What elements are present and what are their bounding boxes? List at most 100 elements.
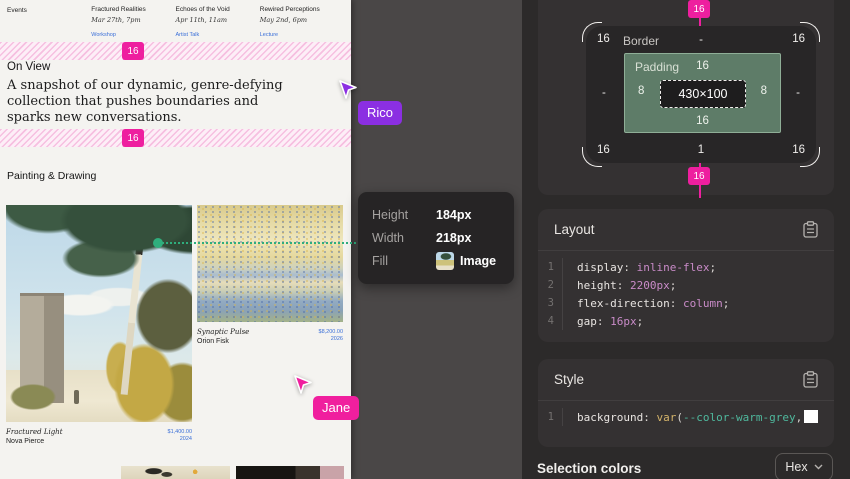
layout-section-title: Layout	[554, 222, 595, 237]
code-line-number: 4	[538, 312, 563, 330]
events-label: Events	[7, 6, 91, 38]
color-swatch[interactable]	[804, 410, 818, 423]
padding-top-value[interactable]: 16	[625, 60, 780, 72]
design-canvas[interactable]: Events Fractured RealitiesMar 27th, 7pmW…	[0, 0, 351, 479]
code-token: display	[577, 261, 623, 274]
box-model-border-box[interactable]: Border 16 16 16 16 - - - 1 Padding 16 8 …	[586, 26, 816, 163]
code-text: height: 2200px;	[563, 279, 676, 292]
code-text: background: var(--color-warm-grey,	[563, 410, 818, 424]
artwork-price: $1,400.00 2024	[112, 429, 192, 443]
selection-colors-label: Selection colors	[537, 461, 641, 476]
artwork-year: 2026	[263, 336, 343, 343]
artwork-year: 2024	[112, 436, 192, 443]
collaborator-cursor-rico	[337, 79, 359, 101]
tooltip-value: 218px	[436, 231, 471, 245]
artwork-caption: Synaptic Pulse Orion Fisk	[197, 328, 249, 345]
code-line-number: 3	[538, 294, 563, 312]
event-tag-link[interactable]: Artist Talk	[176, 32, 260, 38]
artwork-image-synaptic-pulse[interactable]	[197, 205, 343, 322]
layout-section-card: Layout 1display: inline-flex;2height: 22…	[538, 209, 834, 342]
border-top-value[interactable]: -	[586, 34, 816, 46]
artwork-artist: Orion Fisk	[197, 338, 249, 345]
code-token: :	[670, 297, 683, 310]
artwork-thumbnail[interactable]	[6, 466, 116, 479]
tooltip-row: Width218px	[372, 226, 500, 249]
element-properties-tooltip: Height184pxWidth218pxFillImage	[358, 192, 514, 284]
events-row: Events Fractured RealitiesMar 27th, 7pmW…	[7, 6, 344, 38]
code-text: display: inline-flex;	[563, 261, 716, 274]
border-right-value[interactable]: -	[796, 87, 800, 99]
artwork-price: $8,200.00 2026	[263, 329, 343, 343]
code-token: ;	[709, 261, 716, 274]
box-model-card: Border 16 16 16 16 - - - 1 Padding 16 8 …	[538, 0, 834, 195]
box-model-content-size[interactable]: 430×100	[660, 80, 746, 108]
padding-bottom-value[interactable]: 16	[625, 115, 780, 127]
box-model-padding-box[interactable]: Padding 16 8 8 16 430×100	[624, 53, 781, 133]
spacing-highlight-bottom	[0, 129, 351, 147]
artwork-price-value: $8,200.00	[263, 329, 343, 336]
style-css-code[interactable]: 1background: var(--color-warm-grey,	[538, 401, 834, 434]
image-fill-thumbnail	[436, 252, 454, 270]
style-section-card: Style 1background: var(--color-warm-grey…	[538, 359, 834, 447]
tooltip-label: Height	[372, 208, 436, 222]
code-line-number: 1	[538, 258, 563, 276]
style-section-title: Style	[554, 372, 584, 387]
event-item: Echoes of the VoidApr 11th, 11amArtist T…	[176, 6, 260, 38]
padding-left-value[interactable]: 8	[638, 85, 644, 97]
artwork-thumbnail[interactable]	[121, 466, 230, 479]
artwork-title: Fractured Light	[6, 428, 63, 436]
collaborator-cursor-jane	[292, 374, 314, 396]
code-line: 1background: var(--color-warm-grey,	[538, 408, 834, 426]
copy-code-icon[interactable]	[803, 221, 818, 238]
measurement-connector-line	[158, 242, 356, 244]
code-token: :	[643, 411, 656, 424]
code-token: ;	[637, 315, 644, 328]
code-token: var	[656, 411, 676, 424]
artwork-image-fractured-light[interactable]	[6, 205, 192, 422]
painting-figure	[74, 390, 79, 404]
color-format-dropdown[interactable]: Hex	[775, 453, 833, 479]
code-line: 2height: 2200px;	[538, 276, 834, 294]
painting-foliage	[111, 265, 192, 422]
code-token: column	[683, 297, 723, 310]
code-token: :	[617, 279, 630, 292]
margin-bottom-badge[interactable]: 16	[688, 167, 710, 185]
painting-bush	[6, 370, 68, 415]
layout-section-header: Layout	[538, 209, 834, 251]
artwork-price-value: $1,400.00	[112, 429, 192, 436]
code-token: ;	[723, 297, 730, 310]
code-token: flex-direction	[577, 297, 670, 310]
tooltip-row: FillImage	[372, 249, 500, 272]
margin-top-badge[interactable]: 16	[688, 0, 710, 18]
inspector-panel: Border 16 16 16 16 - - - 1 Padding 16 8 …	[522, 0, 850, 479]
padding-right-value[interactable]: 8	[761, 85, 767, 97]
layout-css-code[interactable]: 1display: inline-flex;2height: 2200px;3f…	[538, 251, 834, 338]
code-token: inline-flex	[637, 261, 710, 274]
code-line: 1display: inline-flex;	[538, 258, 834, 276]
code-token: ,	[796, 411, 803, 424]
code-token: background	[577, 411, 643, 424]
code-token: :	[597, 315, 610, 328]
code-token: (	[676, 411, 683, 424]
border-left-value[interactable]: -	[602, 87, 606, 99]
spacing-badge-top: 16	[122, 42, 144, 60]
artwork-title: Synaptic Pulse	[197, 328, 249, 336]
artwork-thumbnail[interactable]	[236, 466, 344, 479]
event-item: Rewired PerceptionsMay 2nd, 6pmLecture	[260, 6, 344, 38]
code-token: --color-warm-grey	[683, 411, 796, 424]
event-date: May 2nd, 6pm	[260, 16, 344, 24]
code-token: 16px	[610, 315, 637, 328]
border-bottom-value[interactable]: 1	[586, 144, 816, 156]
code-line: 4gap: 16px;	[538, 312, 834, 330]
measurement-anchor-dot	[153, 238, 163, 248]
event-title: Echoes of the Void	[176, 6, 260, 13]
event-tag-link[interactable]: Workshop	[91, 32, 175, 38]
code-text: flex-direction: column;	[563, 297, 729, 310]
tooltip-value: Image	[436, 252, 496, 270]
collaborator-name-badge: Rico	[358, 101, 402, 125]
event-item: Fractured RealitiesMar 27th, 7pmWorkshop	[91, 6, 175, 38]
event-tag-link[interactable]: Lecture	[260, 32, 344, 38]
code-token: height	[577, 279, 617, 292]
copy-code-icon[interactable]	[803, 371, 818, 388]
tooltip-label: Fill	[372, 254, 436, 268]
